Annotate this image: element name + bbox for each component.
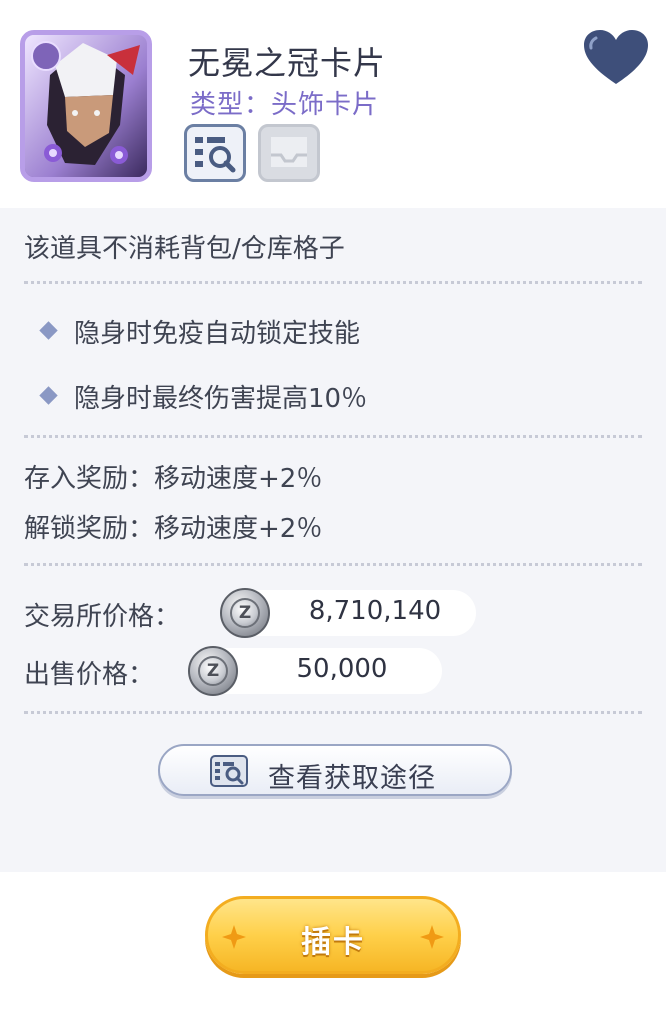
exchange-price-label: 交易所价格：	[24, 602, 181, 632]
item-header: 无冕之冠卡片 类型：头饰卡片	[0, 0, 666, 208]
inventory-notice: 该道具不消耗背包/仓库格子	[24, 234, 345, 264]
insert-card-button[interactable]: 插卡	[205, 896, 461, 974]
zeny-coin-icon: Z	[220, 588, 270, 638]
item-name: 无冕之冠卡片	[188, 44, 387, 82]
sell-price-label: 出售价格：	[24, 660, 155, 690]
unlock-reward: 解锁奖励：移动速度+2％	[24, 514, 323, 544]
effect-line: 隐身时免疫自动锁定技能	[74, 319, 361, 349]
divider	[24, 711, 642, 714]
sell-price-value: 50,000	[296, 654, 388, 684]
sparkle-icon	[420, 925, 444, 949]
item-info-icon	[210, 755, 248, 787]
storage-button[interactable]	[258, 124, 320, 182]
card-portrait	[20, 30, 152, 182]
view-source-button[interactable]: 查看获取途径	[158, 744, 512, 796]
effect-line: 隐身时最终伤害提高10％	[74, 384, 368, 414]
item-type: 类型：头饰卡片	[190, 90, 380, 120]
exchange-price-value: 8,710,140	[308, 596, 442, 626]
view-source-label: 查看获取途径	[268, 763, 436, 794]
heart-icon[interactable]	[582, 28, 650, 88]
deposit-reward: 存入奖励：移动速度+2％	[24, 464, 323, 494]
zeny-coin-icon: Z	[188, 646, 238, 696]
divider	[24, 435, 642, 438]
divider	[24, 563, 642, 566]
item-info-button[interactable]	[184, 124, 246, 182]
item-info-icon	[195, 137, 236, 173]
storage-tray-icon	[271, 137, 307, 167]
card-rank-badge	[31, 41, 61, 71]
divider	[24, 281, 642, 284]
